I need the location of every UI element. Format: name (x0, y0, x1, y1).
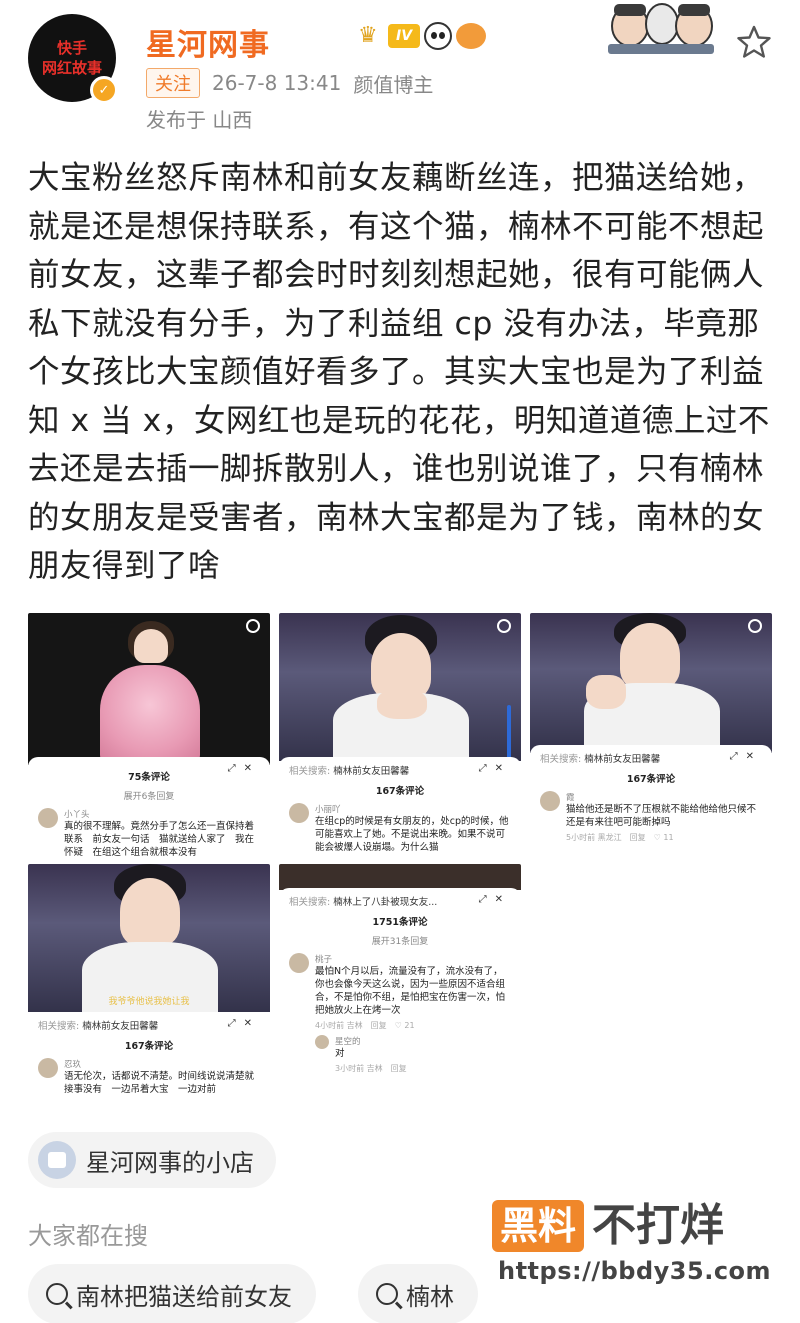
panda-icon (424, 22, 453, 50)
comment-text: 在组cp的时候是有女朋友的，处cp的时候，他可能喜欢上了她。不是说出来晚。如果不… (315, 816, 509, 853)
commenter-avatar (289, 803, 309, 823)
star-icon[interactable] (736, 24, 772, 60)
video-caption: 我爷爷他说我她让我 (108, 997, 190, 1007)
post-location: 发布于 山西 (146, 108, 253, 132)
replier-name: 星空的 (335, 1037, 361, 1047)
expand-replies[interactable]: 展开6条回复 (38, 789, 260, 802)
comment-item: 霞 猫给他还是断不了压根就不能给他给他只候不还是有来往吧可能断掉吗 5小时前 黑… (540, 791, 762, 843)
comment-item: 小丽吖 在组cp的时候是有女朋友的，处cp的时候，他可能喜欢上了她。不是说出来晚… (289, 803, 511, 854)
search-icon[interactable] (246, 619, 260, 633)
like-count: 11 (663, 833, 674, 842)
search-icon[interactable] (748, 619, 762, 633)
sheet-controls[interactable]: ⤢✕ (228, 1018, 260, 1029)
fish-icon (456, 23, 487, 49)
sheet-controls[interactable]: ⤢✕ (228, 763, 260, 774)
commenter-name: 忍玖 (64, 1060, 82, 1070)
cartoon-sticker-icon (608, 3, 714, 54)
shop-label: 星河网事的小店 (86, 1148, 254, 1177)
commenter-name: 桃子 (315, 955, 333, 965)
commenter-name: 霞 (566, 793, 575, 803)
level-badge: IV (388, 24, 421, 48)
timestamp: 26-7-8 13:41 (212, 71, 342, 95)
avatar-line-2: 网红故事 (41, 59, 102, 77)
search-icon (46, 1283, 68, 1305)
related-label: 相关搜索: (38, 1021, 80, 1032)
crown-icon: ♛ (358, 23, 378, 48)
post-image-3[interactable]: ⤢✕ 相关搜索: 楠林前女友田馨馨 167条评论 霞 猫给他还是断不了压根就不能… (530, 613, 772, 857)
comment-item: 小丫头 真的很不理解。竟然分手了怎么还一直保持着联系 前女友一句话 猫就送给人家… (38, 808, 260, 857)
watermark-url: https://bbdy35.com (498, 1257, 772, 1285)
shop-icon (38, 1141, 76, 1179)
comment-text: 猫给他还是断不了压根就不能给他给他只候不还是有来往吧可能断掉吗 (566, 804, 757, 828)
replier-avatar (315, 1035, 329, 1049)
commenter-avatar (289, 953, 309, 973)
comment-text: 最怕N个月以后，流量没有了，流水没有了，你也会像今天这么说，因为一些原因不适合组… (315, 966, 506, 1016)
trending-chip-2[interactable]: 楠林 (358, 1264, 478, 1323)
comment-text: 语无伦次，话都说不清楚。时间线说说清楚就接事没有 一边吊着大宝 一边对前 (64, 1071, 255, 1095)
search-icon[interactable] (497, 619, 511, 633)
sheet-controls[interactable]: ⤢✕ (479, 763, 511, 774)
comment-item: 忍玖 语无伦次，话都说不清楚。时间线说说清楚就接事没有 一边吊着大宝 一边对前 (38, 1058, 260, 1096)
like-count: 21 (404, 1021, 415, 1030)
trending-chip-label: 楠林 (406, 1282, 454, 1311)
post-text: 大宝粉丝怒斥南林和前女友藕断丝连，把猫送给她，就是还是想保持联系，有这个猫，楠林… (28, 160, 770, 584)
avatar-line-1: 快手 (56, 39, 87, 57)
comment-text: 真的很不理解。竟然分手了怎么还一直保持着联系 前女友一句话 猫就送给人家了 我在… (64, 821, 255, 857)
expand-replies[interactable]: 展开31条回复 (289, 934, 511, 947)
related-search-term[interactable]: 楠林前女友田馨馨 (82, 1021, 158, 1032)
watermark: 黑料 不打烊 (492, 1200, 724, 1252)
related-label: 相关搜索: (289, 897, 331, 908)
trending-title: 大家都在搜 (28, 1222, 148, 1250)
reply-text: 对 (335, 1048, 345, 1059)
commenter-name: 小丽吖 (315, 805, 341, 815)
related-search-term[interactable]: 楠林前女友田馨馨 (333, 766, 409, 777)
related-search-term[interactable]: 楠林上了八卦被现女友... (333, 897, 437, 908)
search-icon (376, 1283, 398, 1305)
comment-count: 167条评论 (375, 786, 425, 797)
post-image-1[interactable]: ⤢✕ 75条评论 展开6条回复 小丫头 真的很不理解。竟然分手了怎么还一直保持着… (28, 613, 270, 857)
watermark-text: 不打烊 (592, 1200, 725, 1251)
trending-chip-label: 南林把猫送给前女友 (76, 1282, 292, 1311)
commenter-name: 小丫头 (64, 810, 90, 820)
watermark-box: 黑料 (492, 1200, 585, 1252)
user-badges: ♛ IV (358, 22, 487, 50)
post-image-2[interactable]: ⤢✕ 相关搜索: 楠林前女友田馨馨 167条评论 小丽吖 在组cp的时候是有女朋… (279, 613, 521, 857)
trending-chip-1[interactable]: 南林把猫送给前女友 (28, 1264, 316, 1323)
category-label: 颜值博主 (353, 72, 434, 97)
post-image-4[interactable]: 我爷爷他说我她让我 ⤢✕ 相关搜索: 楠林前女友田馨馨 167条评论 忍玖 语无… (28, 864, 270, 1108)
commenter-avatar (540, 791, 560, 811)
username[interactable]: 星河网事 (146, 20, 270, 64)
comment-count: 1751条评论 (372, 917, 428, 928)
comment-count: 167条评论 (124, 1041, 174, 1052)
sheet-controls[interactable]: ⤢✕ (730, 751, 762, 762)
post-image-5[interactable]: ⤢✕ 相关搜索: 楠林上了八卦被现女友... 1751条评论 展开31条回复 桃… (279, 864, 521, 1108)
comment-item: 桃子 最怕N个月以后，流量没有了，流水没有了，你也会像今天这么说，因为一些原因不… (289, 953, 511, 1031)
shop-button[interactable]: 星河网事的小店 (28, 1132, 276, 1188)
related-label: 相关搜索: (540, 754, 582, 765)
follow-button[interactable]: 关注 (146, 68, 200, 98)
comment-meta: 5小时前 黑龙江 回复 (566, 833, 646, 842)
post-meta: 关注 26-7-8 13:41 颜值博主 (146, 68, 433, 98)
sheet-controls[interactable]: ⤢✕ (479, 894, 511, 905)
v-badge-icon: ✓ (90, 76, 118, 104)
related-label: 相关搜索: (289, 766, 331, 777)
commenter-avatar (38, 1058, 58, 1078)
reply-item: 星空的 对 3小时前 吉林 回复 (315, 1035, 511, 1074)
related-search-term[interactable]: 楠林前女友田馨馨 (584, 754, 660, 765)
reply-meta: 3小时前 吉林 回复 (335, 1064, 407, 1073)
comment-count: 167条评论 (626, 774, 676, 785)
commenter-avatar (38, 808, 58, 828)
comment-meta: 4小时前 吉林 回复 (315, 1021, 387, 1030)
